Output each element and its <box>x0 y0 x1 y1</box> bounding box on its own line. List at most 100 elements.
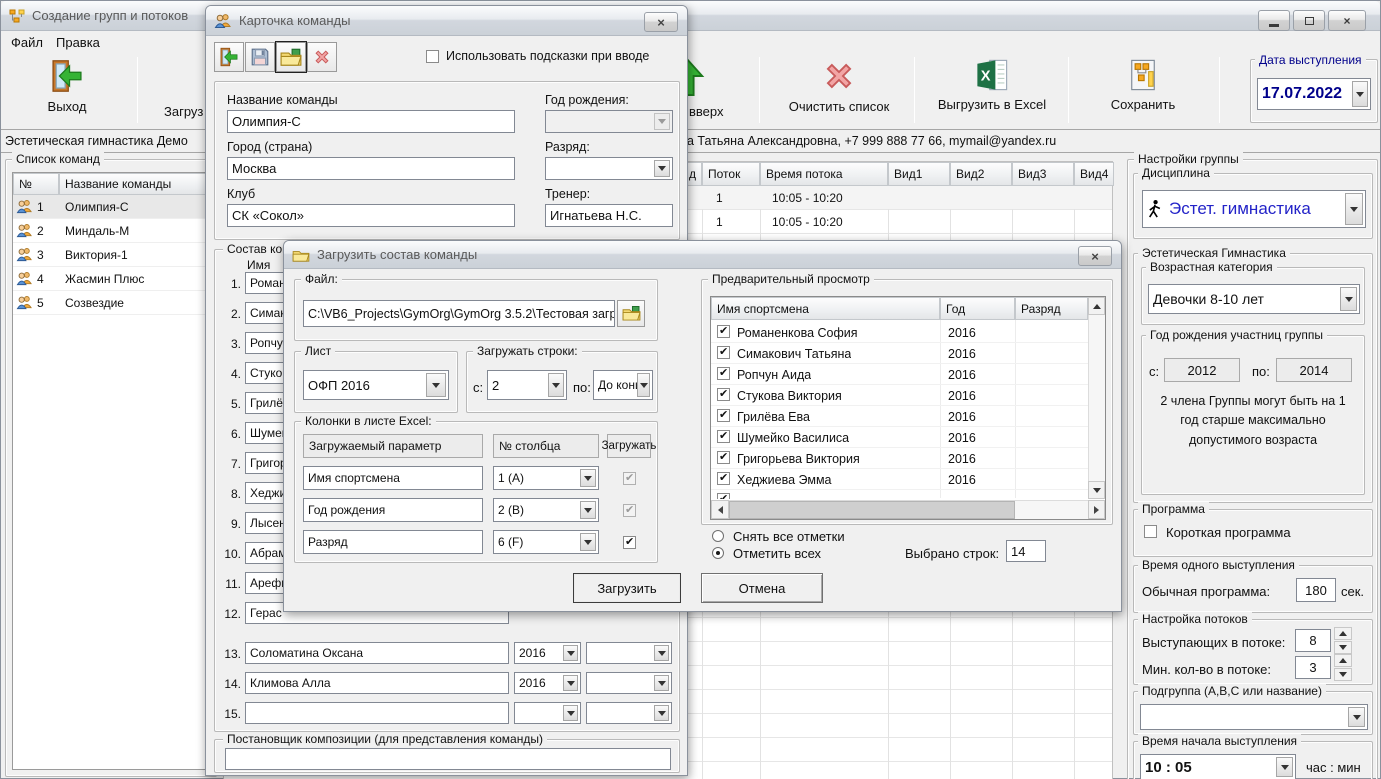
subgroup-dropdown-arrow[interactable] <box>1348 707 1365 727</box>
preview-hscroll-thumb[interactable] <box>729 501 1015 519</box>
subgroup-combobox[interactable] <box>1140 704 1368 730</box>
age-dropdown-arrow[interactable] <box>1340 287 1357 311</box>
param-input[interactable]: Год рождения <box>303 498 483 522</box>
column-combobox[interactable]: 2 (B) <box>493 498 599 522</box>
hints-checkbox-label[interactable]: Использовать подсказки при вводе <box>446 49 649 63</box>
roster-rank-combobox[interactable] <box>586 642 672 664</box>
team-col-num[interactable]: № <box>13 173 59 195</box>
column-dropdown-arrow[interactable] <box>580 501 596 519</box>
preview-row-partial[interactable] <box>711 490 1088 499</box>
date-dropdown-arrow[interactable] <box>1352 81 1368 107</box>
rows-to-dropdown-arrow[interactable] <box>637 373 650 397</box>
preview-row-checkbox[interactable] <box>717 367 730 380</box>
team-name-input[interactable]: Олимпия-С <box>227 110 515 133</box>
city-input[interactable]: Москва <box>227 157 515 180</box>
exit-button[interactable]: Выход <box>31 57 103 114</box>
preview-hscroll-left[interactable] <box>711 500 729 519</box>
preview-row-checkbox[interactable] <box>717 472 730 485</box>
preview-row[interactable]: Шумейко Василиса 2016 <box>711 427 1088 448</box>
preview-col-name[interactable]: Имя спортсмена <box>711 297 940 320</box>
preview-row[interactable]: Грилёва Ева 2016 <box>711 406 1088 427</box>
start-time-combobox[interactable]: 10 : 05 <box>1140 754 1296 779</box>
schedule-col-vid4[interactable]: Вид4 <box>1074 162 1114 186</box>
coach-input[interactable]: Игнатьева Н.С. <box>545 204 673 227</box>
rank-dropdown-arrow[interactable] <box>654 675 669 691</box>
preview-hscroll-track[interactable] <box>729 500 1088 519</box>
discipline-dropdown-arrow[interactable] <box>1345 193 1363 225</box>
card-load-from-file-button[interactable] <box>276 42 306 72</box>
rows-from-dropdown-arrow[interactable] <box>548 373 564 397</box>
team-row[interactable]: 4 Жасмин Плюс <box>13 267 210 291</box>
preview-row-checkbox[interactable] <box>717 493 730 499</box>
preview-row-checkbox[interactable] <box>717 430 730 443</box>
team-col-name[interactable]: Название команды <box>59 173 210 195</box>
date-combobox[interactable]: 17.07.2022 <box>1257 78 1371 110</box>
rank-dropdown-arrow[interactable] <box>654 645 669 661</box>
menu-file[interactable]: Файл <box>11 35 43 50</box>
column-combobox[interactable]: 6 (F) <box>493 530 599 554</box>
card-save-button[interactable] <box>245 42 275 72</box>
preview-col-year[interactable]: Год <box>940 297 1015 320</box>
preview-row[interactable]: Романенкова София 2016 <box>711 322 1088 343</box>
year-dropdown-arrow[interactable] <box>563 705 578 721</box>
year-dropdown-arrow[interactable] <box>563 675 578 691</box>
card-exit-button[interactable] <box>214 42 244 72</box>
move-up-button-label[interactable]: вверх <box>689 104 723 119</box>
roster-rank-combobox[interactable] <box>586 702 672 724</box>
clear-list-button[interactable]: Очистить список <box>779 57 899 114</box>
menu-edit[interactable]: Правка <box>56 35 100 50</box>
maximize-button[interactable] <box>1293 10 1325 31</box>
flow-min-input[interactable]: 3 <box>1295 656 1331 679</box>
load-list-button-label[interactable]: Загруз <box>164 104 203 119</box>
roster-year-combobox[interactable] <box>514 702 581 724</box>
roster-name-input[interactable] <box>245 702 509 724</box>
browse-file-button[interactable] <box>617 300 645 327</box>
schedule-col-time[interactable]: Время потока <box>760 162 888 186</box>
club-input[interactable]: СК «Сокол» <box>227 204 515 227</box>
roster-year-combobox[interactable]: 2016 <box>514 642 581 664</box>
short-program-checkbox[interactable] <box>1144 525 1157 538</box>
load-cancel-button[interactable]: Отмена <box>701 573 823 603</box>
year-dropdown-arrow[interactable] <box>563 645 578 661</box>
preview-row[interactable]: Ропчун Аида 2016 <box>711 364 1088 385</box>
discipline-combobox[interactable]: Эстет. гимнастика <box>1142 190 1366 228</box>
preview-row[interactable]: Стукова Виктория 2016 <box>711 385 1088 406</box>
close-button[interactable]: × <box>1328 10 1366 31</box>
composer-input[interactable] <box>225 748 671 770</box>
column-dropdown-arrow[interactable] <box>580 533 596 551</box>
export-excel-button[interactable]: X Выгрузить в Excel <box>926 57 1058 112</box>
minimize-button[interactable] <box>1258 10 1290 31</box>
rank-dropdown-arrow[interactable] <box>654 160 670 177</box>
schedule-col-potok[interactable]: Поток <box>702 162 760 186</box>
preview-hscroll-right[interactable] <box>1088 500 1105 519</box>
team-row[interactable]: 2 Миндаль-М <box>13 219 210 243</box>
check-all-radio[interactable] <box>712 547 724 559</box>
preview-row-checkbox[interactable] <box>717 325 730 338</box>
preview-row[interactable]: Симакович Татьяна 2016 <box>711 343 1088 364</box>
save-button[interactable]: Сохранить <box>1091 57 1195 112</box>
preview-row-checkbox[interactable] <box>717 451 730 464</box>
birth-year-combobox[interactable] <box>545 110 673 133</box>
schedule-col-vid1[interactable]: Вид1 <box>888 162 950 186</box>
roster-rank-combobox[interactable] <box>586 672 672 694</box>
roster-year-combobox[interactable]: 2016 <box>514 672 581 694</box>
preview-vscroll-down[interactable] <box>1088 481 1105 499</box>
flow-max-input[interactable]: 8 <box>1295 629 1331 652</box>
load-confirm-button[interactable]: Загрузить <box>573 573 681 603</box>
sheet-combobox[interactable]: ОФП 2016 <box>303 370 449 400</box>
duration-input[interactable]: 180 <box>1296 578 1336 602</box>
flow-max-spinner[interactable] <box>1334 627 1352 654</box>
load-close-button[interactable]: × <box>1078 246 1112 266</box>
sheet-dropdown-arrow[interactable] <box>426 373 446 397</box>
column-dropdown-arrow[interactable] <box>580 469 596 487</box>
flow-min-spinner[interactable] <box>1334 654 1352 681</box>
team-row[interactable]: 3 Виктория-1 <box>13 243 210 267</box>
rows-from-combobox[interactable]: 2 <box>487 370 567 400</box>
preview-vscroll-up[interactable] <box>1088 297 1105 315</box>
preview-col-rank[interactable]: Разряд <box>1015 297 1088 320</box>
preview-row[interactable]: Хеджиева Эмма 2016 <box>711 469 1088 490</box>
load-column-checkbox[interactable] <box>623 536 636 549</box>
rank-dropdown-arrow[interactable] <box>654 705 669 721</box>
preview-row-checkbox[interactable] <box>717 409 730 422</box>
card-close-button[interactable]: × <box>644 12 678 32</box>
